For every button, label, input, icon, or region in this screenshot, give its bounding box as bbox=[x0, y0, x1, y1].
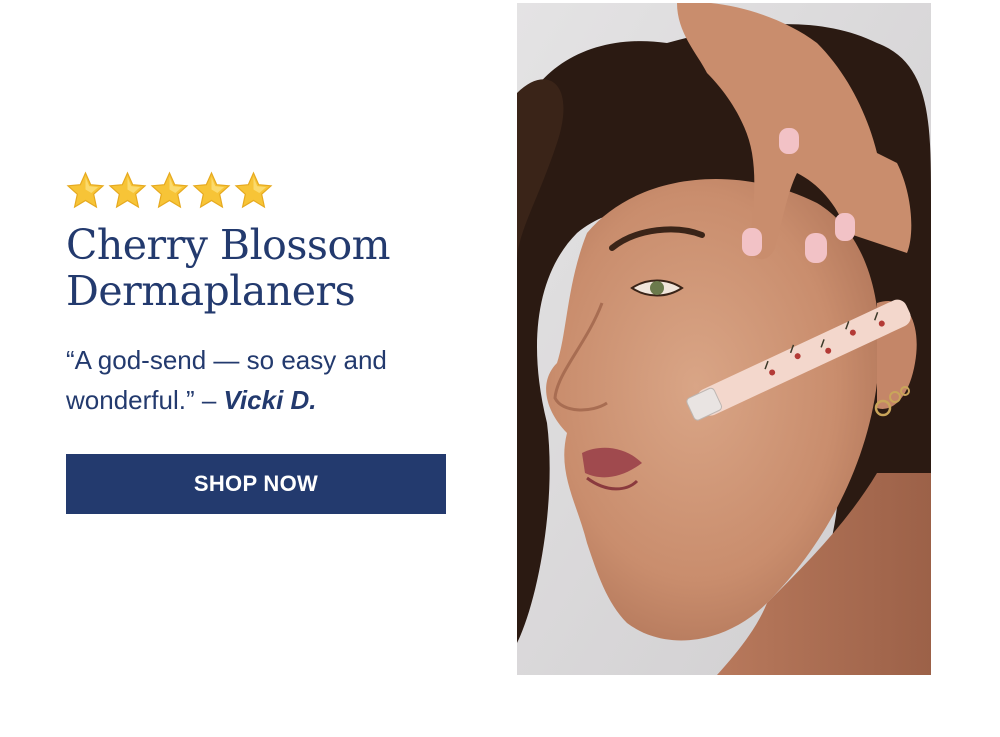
product-title: Cherry Blossom Dermaplaners bbox=[66, 222, 456, 314]
product-title-line1: Cherry Blossom bbox=[66, 221, 391, 269]
product-title-line2: Dermaplaners bbox=[66, 267, 356, 315]
star-icon bbox=[150, 171, 189, 208]
star-icon bbox=[192, 171, 231, 208]
promo-text-block: Cherry Blossom Dermaplaners “A god-send … bbox=[66, 170, 456, 514]
model-dermaplaning-photo bbox=[517, 3, 931, 675]
star-icon bbox=[234, 171, 273, 208]
star-icon bbox=[66, 171, 105, 208]
review-quote: “A god-send — so easy and wonderful.” – … bbox=[66, 340, 456, 420]
shop-now-button[interactable]: SHOP NOW bbox=[66, 454, 446, 514]
review-author: Vicki D. bbox=[223, 385, 317, 415]
photo-illustration bbox=[517, 3, 931, 675]
star-icon bbox=[108, 171, 147, 208]
rating-stars bbox=[66, 170, 456, 210]
